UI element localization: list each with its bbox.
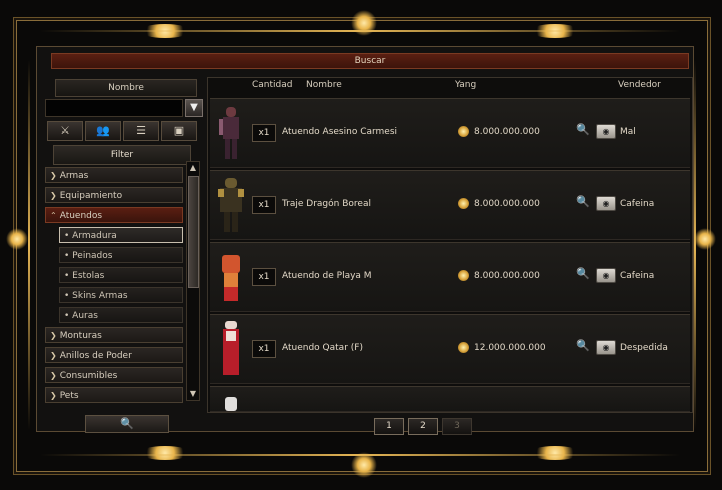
- magnifier-icon[interactable]: 🔍: [576, 195, 590, 208]
- camera-icon[interactable]: ◉: [596, 124, 616, 139]
- subcategory-peinados[interactable]: • Peinados: [59, 247, 183, 263]
- chevron-up-icon: ⌃: [50, 211, 57, 220]
- chevron-down-icon: ❯: [50, 171, 57, 180]
- page-button-2[interactable]: 2: [408, 418, 438, 435]
- quantity-box: x1: [252, 124, 276, 142]
- scroll-up-arrow-icon[interactable]: ▲: [188, 163, 198, 173]
- subcategory-skins-armas[interactable]: • Skins Armas: [59, 287, 183, 303]
- nombre-header: Nombre: [55, 79, 197, 97]
- category-tabs: ⚔ 👥 ☰ ▣: [47, 121, 203, 141]
- item-name: Atuendo Qatar (F): [282, 343, 363, 353]
- seller-name: Mal: [620, 127, 636, 137]
- page-button-1[interactable]: 1: [374, 418, 404, 435]
- frame-glow-right: [694, 228, 716, 250]
- page-button-3[interactable]: 3: [442, 418, 472, 435]
- funnel-icon[interactable]: ▼: [185, 99, 203, 117]
- seller-name: Cafeina: [620, 199, 655, 209]
- chevron-down-icon: ❯: [50, 191, 57, 200]
- frame-line-left: [28, 60, 30, 430]
- category-equipamiento[interactable]: ❯ Equipamiento: [45, 187, 183, 203]
- subcategory-estolas[interactable]: • Estolas: [59, 267, 183, 283]
- name-search-input[interactable]: [45, 99, 183, 117]
- header-vendedor: Vendedor: [618, 80, 661, 90]
- group-icon[interactable]: 👥: [85, 121, 121, 141]
- table-row[interactable]: x1 Atuendo Qatar (F) 12.000.000.000 🔍 ◉ …: [210, 314, 690, 384]
- item-image: [225, 397, 237, 411]
- magnifier-icon[interactable]: 🔍: [576, 123, 590, 136]
- yang-coin-icon: [458, 342, 469, 353]
- filter-button[interactable]: Filter: [53, 145, 191, 165]
- item-image: [222, 255, 240, 301]
- header-nombre: Nombre: [306, 80, 342, 90]
- item-image: [223, 321, 239, 375]
- frame-line-right: [694, 60, 696, 430]
- left-panel: Nombre ▼ ⚔ 👥 ☰ ▣ Filter ❯ Armas ❯ Equipami…: [45, 77, 203, 407]
- table-row-partial: [210, 386, 690, 412]
- chevron-down-icon: ❯: [50, 391, 57, 400]
- list-icon[interactable]: ☰: [123, 121, 159, 141]
- window-title[interactable]: Buscar: [51, 53, 689, 69]
- search-icon: 🔍: [120, 417, 134, 430]
- category-label: Armas: [59, 171, 89, 181]
- camera-icon[interactable]: ◉: [596, 268, 616, 283]
- chevron-down-icon: ❯: [50, 331, 57, 340]
- category-label: Pets: [59, 391, 79, 401]
- quantity-box: x1: [252, 268, 276, 286]
- scrollbar-thumb[interactable]: [188, 176, 199, 288]
- category-label: Equipamiento: [59, 191, 123, 201]
- scroll-down-arrow-icon[interactable]: ▼: [188, 389, 198, 399]
- camera-icon[interactable]: ◉: [596, 340, 616, 355]
- warriors-icon[interactable]: ⚔: [47, 121, 83, 141]
- frame-glow-top: [351, 10, 377, 36]
- frame-line-bottom: [40, 454, 680, 456]
- item-image: [218, 178, 244, 232]
- seller-name: Cafeina: [620, 271, 655, 281]
- seller-name: Despedida: [620, 343, 668, 353]
- yang-coin-icon: [458, 126, 469, 137]
- category-label: Monturas: [59, 331, 102, 341]
- magnifier-icon[interactable]: 🔍: [576, 339, 590, 352]
- header-yang: Yang: [455, 80, 477, 90]
- frame-glow-left: [6, 228, 28, 250]
- subcategory-armadura[interactable]: • Armadura: [59, 227, 183, 243]
- table-row[interactable]: x1 Atuendo de Playa M 8.000.000.000 🔍 ◉ …: [210, 242, 690, 312]
- item-price: 8.000.000.000: [474, 199, 540, 209]
- item-name: Atuendo Asesino Carmesi: [282, 127, 398, 137]
- category-monturas[interactable]: ❯ Monturas: [45, 327, 183, 343]
- yang-coin-icon: [458, 270, 469, 281]
- results-panel: Cantidad Nombre Yang Vendedor x1 Atuendo…: [207, 77, 693, 413]
- item-name: Atuendo de Playa M: [282, 271, 372, 281]
- chevron-down-icon: ❯: [50, 371, 57, 380]
- quantity-box: x1: [252, 340, 276, 358]
- category-atuendos[interactable]: ⌃ Atuendos: [45, 207, 183, 223]
- item-name: Traje Dragón Boreal: [282, 199, 371, 209]
- header-cantidad: Cantidad: [252, 80, 293, 90]
- category-label: Anillos de Poder: [59, 351, 132, 361]
- subcategory-auras[interactable]: • Auras: [59, 307, 183, 323]
- yang-coin-icon: [458, 198, 469, 209]
- table-row[interactable]: x1 Atuendo Asesino Carmesi 8.000.000.000…: [210, 98, 690, 168]
- category-pets[interactable]: ❯ Pets: [45, 387, 183, 403]
- item-price: 12.000.000.000: [474, 343, 546, 353]
- table-row[interactable]: x1 Traje Dragón Boreal 8.000.000.000 🔍 ◉…: [210, 170, 690, 240]
- item-image: [219, 107, 239, 159]
- item-price: 8.000.000.000: [474, 127, 540, 137]
- item-price: 8.000.000.000: [474, 271, 540, 281]
- frame-glow-bottom-right: [530, 446, 580, 460]
- quantity-box: x1: [252, 196, 276, 214]
- category-consumibles[interactable]: ❯ Consumibles: [45, 367, 183, 383]
- save-icon[interactable]: ▣: [161, 121, 197, 141]
- category-label: Consumibles: [59, 371, 118, 381]
- category-label: Atuendos: [59, 211, 103, 221]
- market-window: Buscar Nombre ▼ ⚔ 👥 ☰ ▣ Filter ❯ Armas ❯ E…: [36, 46, 694, 433]
- category-armas[interactable]: ❯ Armas: [45, 167, 183, 183]
- category-scrollbar[interactable]: ▲ ▼: [186, 161, 200, 401]
- frame-glow-bottom-left: [140, 446, 190, 460]
- category-anillos[interactable]: ❯ Anillos de Poder: [45, 347, 183, 363]
- chevron-down-icon: ❯: [50, 351, 57, 360]
- search-button[interactable]: 🔍: [85, 415, 169, 433]
- camera-icon[interactable]: ◉: [596, 196, 616, 211]
- frame-line-top: [40, 30, 680, 32]
- magnifier-icon[interactable]: 🔍: [576, 267, 590, 280]
